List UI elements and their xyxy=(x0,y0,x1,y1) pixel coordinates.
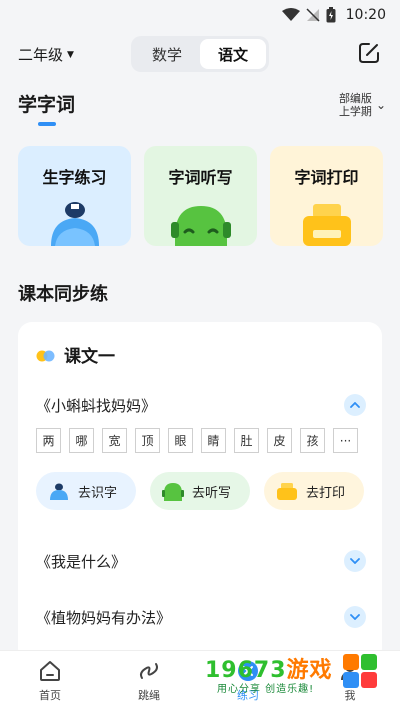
headphone-mascot-icon xyxy=(162,483,184,501)
watermark-subtitle: 用心分享 创造乐趣! xyxy=(217,684,315,695)
action-label: 去打印 xyxy=(306,485,346,501)
headphone-mascot-icon xyxy=(170,206,231,246)
text-item[interactable]: 《植物妈妈有办法》 xyxy=(36,606,366,628)
nav-jump-rope[interactable]: 跳绳 xyxy=(119,659,179,703)
action-row: 去识字 去听写 去打印 xyxy=(36,472,364,510)
char-box[interactable]: 哪 xyxy=(69,428,94,453)
nav-home[interactable]: 首页 xyxy=(20,659,80,703)
grade-select[interactable]: 二年级 ▼ xyxy=(18,44,74,65)
heading-underline xyxy=(38,122,56,126)
chevron-down-icon: ⌄ xyxy=(375,98,386,112)
chevron-down-icon[interactable] xyxy=(344,550,366,572)
sync-practice-heading: 课本同步练 xyxy=(18,284,108,305)
text-title: 《我是什么》 xyxy=(36,552,127,571)
status-time: 10:20 xyxy=(345,7,386,23)
card-label: 字词听写 xyxy=(168,168,233,187)
card-label: 字词打印 xyxy=(294,168,359,187)
battery-icon xyxy=(326,7,336,23)
printer-icon xyxy=(277,483,297,500)
edition-line-1: 部编版 xyxy=(338,92,372,105)
card-dictation[interactable]: 字词听写 xyxy=(144,146,257,246)
nav-label: 跳绳 xyxy=(138,689,160,702)
char-list: 两 哪 宽 顶 眼 睛 肚 皮 孩 ··· xyxy=(36,428,358,453)
print-button[interactable]: 去打印 xyxy=(264,472,364,510)
edition-text: 部编版 上学期 xyxy=(339,92,372,118)
cube-logo-icon xyxy=(343,654,377,688)
card-char-practice[interactable]: 生字练习 xyxy=(18,146,131,246)
char-box[interactable]: 眼 xyxy=(168,428,193,453)
text-item[interactable]: 《我是什么》 xyxy=(36,550,366,572)
char-box[interactable]: 睛 xyxy=(201,428,226,453)
tab-math[interactable]: 数学 xyxy=(134,39,200,69)
lesson-card: 课文一 《小蝌蚪找妈妈》 两 哪 宽 顶 眼 睛 肚 皮 孩 ··· 去识字 去… xyxy=(18,322,382,662)
top-bar: 二年级 ▼ 数学 语文 xyxy=(0,34,400,74)
lesson-title: 课文一 xyxy=(64,347,115,367)
ink-brush-icon xyxy=(50,202,99,246)
char-box[interactable]: 肚 xyxy=(234,428,259,453)
action-label: 去听写 xyxy=(192,485,232,501)
chevron-down-icon[interactable] xyxy=(344,606,366,628)
tab-chinese[interactable]: 语文 xyxy=(200,39,266,69)
action-label: 去识字 xyxy=(78,485,118,501)
dictation-button[interactable]: 去听写 xyxy=(150,472,250,510)
caret-down-icon: ▼ xyxy=(67,49,74,60)
char-box[interactable]: 皮 xyxy=(267,428,292,453)
card-label: 生字练习 xyxy=(42,168,107,187)
edit-icon[interactable] xyxy=(358,42,380,64)
subject-switch: 数学 语文 xyxy=(131,36,269,72)
lesson-dot-icon xyxy=(36,350,55,362)
no-signal-icon xyxy=(306,8,320,22)
text-title: 《植物妈妈有办法》 xyxy=(36,608,172,627)
text-title: 《小蝌蚪找妈妈》 xyxy=(36,396,157,415)
study-words-heading: 学字词 xyxy=(18,94,76,116)
edition-line-2: 上学期 xyxy=(338,105,372,118)
char-box[interactable]: 两 xyxy=(36,428,61,453)
printer-icon xyxy=(302,204,351,246)
edition-select[interactable]: 部编版 上学期 ⌄ xyxy=(339,92,386,118)
text-item[interactable]: 《小蝌蚪找妈妈》 xyxy=(36,394,366,416)
learn-chars-button[interactable]: 去识字 xyxy=(36,472,136,510)
grade-label: 二年级 xyxy=(18,46,64,64)
status-bar: 10:20 xyxy=(0,0,400,30)
char-box[interactable]: 孩 xyxy=(300,428,325,453)
jump-rope-icon xyxy=(140,663,158,679)
chevron-up-icon[interactable] xyxy=(344,394,366,416)
wifi-icon xyxy=(281,8,300,21)
ink-brush-icon xyxy=(50,483,68,500)
site-watermark: 19673游戏 用心分享 创造乐趣! xyxy=(205,652,380,695)
char-box[interactable]: 顶 xyxy=(135,428,160,453)
home-icon xyxy=(40,661,60,681)
nav-label: 首页 xyxy=(39,689,61,702)
char-box[interactable]: 宽 xyxy=(102,428,127,453)
card-print[interactable]: 字词打印 xyxy=(270,146,383,246)
more-chars[interactable]: ··· xyxy=(333,428,358,453)
